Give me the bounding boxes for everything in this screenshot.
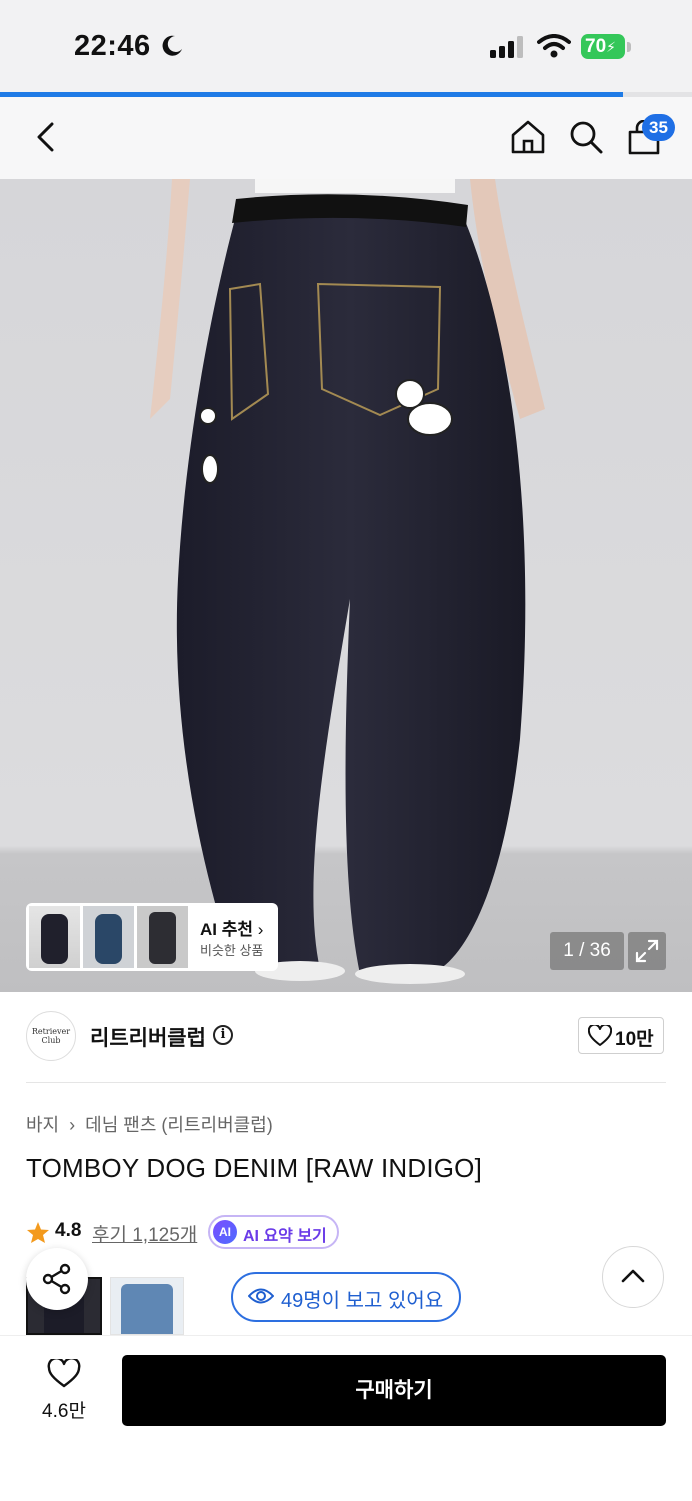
search-icon[interactable] [567, 118, 605, 156]
ai-badge-icon: AI [213, 1220, 237, 1244]
color-option-light-blue[interactable] [110, 1277, 184, 1335]
image-counter: 1 / 36 [550, 932, 624, 970]
battery-tip [627, 42, 631, 52]
back-icon[interactable] [34, 120, 58, 154]
moon-icon [162, 35, 182, 56]
chevron-right-icon: › [257, 920, 264, 939]
info-icon[interactable]: i [213, 1025, 233, 1045]
wishlist-heart-icon[interactable] [47, 1359, 81, 1389]
buy-button[interactable]: 구매하기 [122, 1355, 666, 1426]
heart-icon [588, 1025, 612, 1046]
divider [26, 1082, 666, 1083]
cart-count-badge: 35 [642, 114, 675, 141]
wishlist-count: 4.6만 [42, 1401, 86, 1422]
star-icon [27, 1222, 49, 1243]
brand-name[interactable]: 리트리버클럽 [90, 1022, 206, 1052]
signal-icon [490, 36, 523, 58]
breadcrumb: 바지 › 데님 팬츠 (리트리버클럽) [26, 1111, 273, 1137]
brand-like-count: 10만 [615, 1029, 654, 1050]
viewers-text: 49명이 보고 있어요 [281, 1290, 444, 1312]
brand-logo[interactable]: Retriever Club [26, 1011, 76, 1061]
chevron-up-icon [621, 1269, 645, 1283]
battery-level: 70 [585, 36, 607, 57]
chevron-right-icon: › [64, 1115, 81, 1135]
breadcrumb-category[interactable]: 바지 [26, 1115, 59, 1135]
share-icon [42, 1263, 71, 1295]
rating-value: 4.8 [55, 1220, 82, 1241]
ai-recommend-subtitle: 비슷한 상품 [200, 943, 264, 958]
battery-icon: 70⚡ [581, 34, 625, 59]
jeans-photo [0, 179, 692, 992]
ai-summary-label: AI 요약 보기 [243, 1228, 327, 1245]
status-time: 22:46 [74, 30, 151, 62]
wifi-icon [537, 34, 571, 58]
home-icon[interactable] [509, 118, 547, 156]
expand-icon[interactable] [628, 932, 666, 970]
breadcrumb-subcategory[interactable]: 데님 팬츠 (리트리버클럽) [85, 1115, 273, 1135]
ai-thumb-3 [137, 906, 188, 968]
product-image[interactable] [0, 179, 692, 992]
product-title: TOMBOY DOG DENIM [RAW INDIGO] [26, 1153, 483, 1183]
ai-thumb-1 [29, 906, 80, 968]
ai-thumb-2 [83, 906, 134, 968]
eye-icon [248, 1288, 274, 1304]
review-link[interactable]: 후기 1,125개 [92, 1220, 197, 1247]
ai-recommend-title: AI 추천 › [200, 920, 264, 939]
